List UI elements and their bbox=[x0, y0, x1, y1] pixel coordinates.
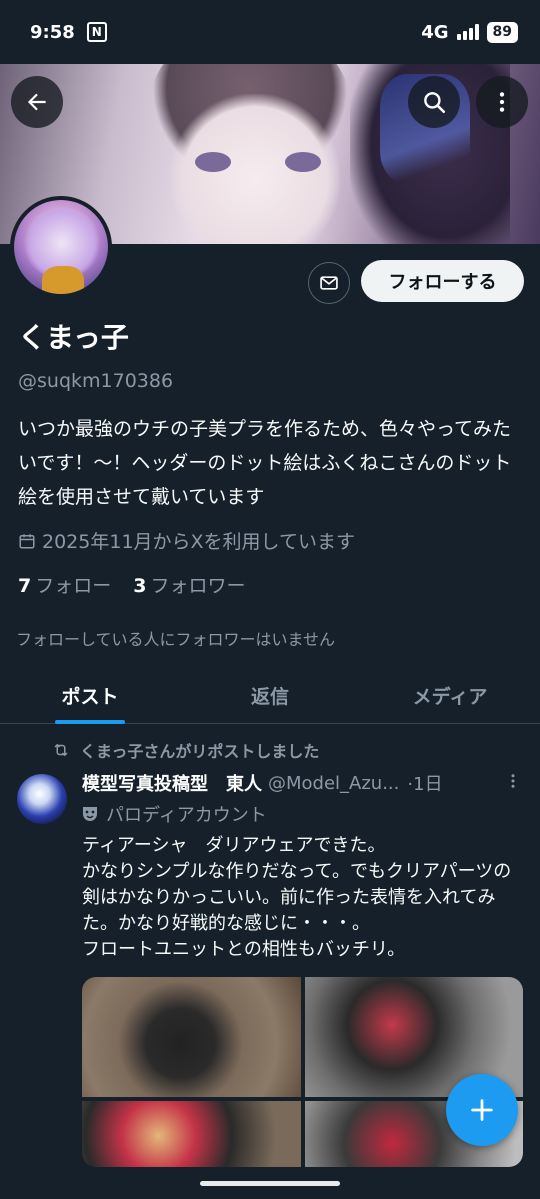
followers-link[interactable]: 3 フォロワー bbox=[133, 571, 245, 598]
post-author-name[interactable]: 模型写真投稿型 東人 bbox=[82, 770, 262, 796]
profile-tabs: ポスト 返信 メディア bbox=[0, 668, 540, 724]
following-link[interactable]: 7 フォロー bbox=[18, 571, 111, 598]
profile-name: くまっ子 bbox=[18, 321, 129, 354]
status-time: 9:58 bbox=[30, 21, 75, 43]
status-right: 4G 89 bbox=[421, 21, 518, 43]
battery-icon: 89 bbox=[486, 21, 518, 43]
notion-icon: N bbox=[86, 22, 107, 42]
post-more-button[interactable] bbox=[504, 772, 522, 795]
more-options-button[interactable] bbox=[476, 76, 528, 128]
profile-avatar[interactable] bbox=[10, 196, 112, 298]
post-timestamp[interactable]: ·1日 bbox=[407, 770, 442, 796]
profile-handle: @suqkm170386 bbox=[18, 370, 174, 392]
more-vertical-icon bbox=[511, 773, 515, 788]
search-icon bbox=[424, 92, 446, 114]
post-image[interactable] bbox=[82, 977, 301, 1097]
parody-text: パロディアカウント bbox=[106, 805, 267, 826]
more-vertical-icon bbox=[499, 92, 505, 112]
joined-date: 2025年11月からXを利用しています bbox=[18, 527, 355, 554]
home-indicator[interactable] bbox=[200, 1181, 340, 1186]
search-button[interactable] bbox=[408, 76, 460, 128]
post-image[interactable] bbox=[82, 1101, 301, 1167]
post-header: 模型写真投稿型 東人 @Model_Azu... ·1日 bbox=[82, 770, 522, 796]
tab-media[interactable]: メディア bbox=[360, 668, 540, 723]
network-type: 4G bbox=[421, 21, 449, 43]
joined-text: 2025年11月からXを利用しています bbox=[42, 531, 355, 553]
parody-label: パロディアカウント bbox=[82, 801, 267, 827]
repost-label: くまっ子さんがリポストしました bbox=[80, 742, 320, 761]
plus-icon bbox=[471, 1099, 493, 1121]
parody-mask-icon bbox=[83, 807, 97, 821]
post-author-avatar[interactable] bbox=[17, 774, 67, 824]
message-button[interactable] bbox=[308, 262, 350, 304]
status-bar: 9:58 N 4G 89 bbox=[0, 0, 540, 64]
tab-posts[interactable]: ポスト bbox=[0, 668, 180, 723]
tab-replies[interactable]: 返信 bbox=[180, 668, 360, 723]
repost-icon bbox=[54, 743, 68, 757]
repost-indicator: くまっ子さんがリポストしました bbox=[52, 738, 319, 762]
mail-icon bbox=[320, 276, 338, 290]
follow-counts: 7 フォロー 3 フォロワー bbox=[18, 571, 246, 598]
back-button[interactable] bbox=[11, 76, 63, 128]
post-author-username[interactable]: @Model_Azu... bbox=[268, 773, 399, 794]
compose-button[interactable] bbox=[446, 1074, 518, 1146]
arrow-left-icon bbox=[27, 93, 46, 111]
mutual-followers-note: フォローしている人にフォロワーはいません bbox=[16, 630, 336, 649]
profile-bio: いつか最強のウチの子美プラを作るため、色々やってみたいです！〜！ヘッダーのドット… bbox=[18, 418, 512, 508]
post-text: ティアーシャ ダリアウェアできた。 かなりシンプルな作りだなって。でもクリアパー… bbox=[82, 835, 512, 960]
calendar-icon bbox=[19, 533, 35, 548]
signal-icon bbox=[456, 24, 479, 40]
follow-button[interactable]: フォローする bbox=[361, 260, 524, 302]
post-media-grid bbox=[82, 977, 523, 1167]
